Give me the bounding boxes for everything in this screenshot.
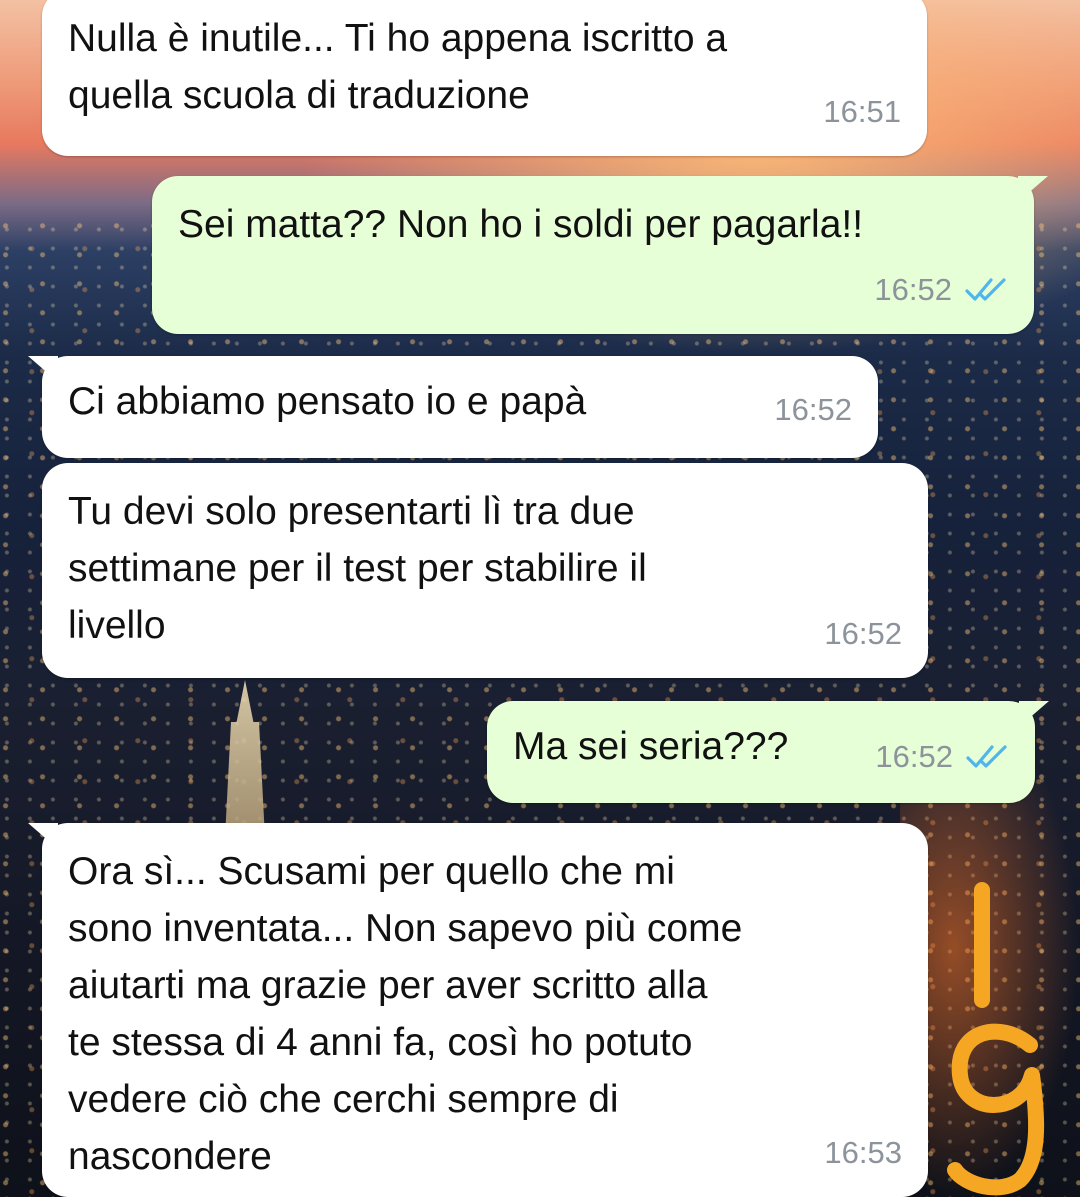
message-text: Sei matta?? Non ho i soldi per pagarla!! (178, 203, 864, 246)
message-meta: 16:53 (824, 1124, 902, 1181)
handwritten-doodle (947, 882, 1045, 1196)
message-text: Nulla è inutile... Ti ho appena iscritto… (68, 17, 728, 117)
message-text: Ci abbiamo pensato io e papà (68, 380, 587, 423)
message-meta: 16:52 (874, 261, 1008, 318)
message-bubble-outgoing[interactable]: Ma sei seria??? 16:52 (487, 701, 1049, 803)
message-bubble-incoming[interactable]: Ora sì... Scusami per quello che mi sono… (28, 823, 928, 1197)
message-time: 16:52 (874, 272, 952, 307)
message-bubble-incoming[interactable]: Ci abbiamo pensato io e papà 16:52 (28, 356, 878, 458)
message-time: 16:52 (774, 392, 852, 427)
message-text: Ora sì... Scusami per quello che mi sono… (68, 850, 743, 1178)
message-text: Tu devi solo presentarti lì tra due sett… (68, 490, 647, 647)
message-time: 16:52 (824, 616, 902, 651)
message-meta: 16:52 (774, 381, 852, 438)
message-meta: 16:51 (823, 83, 901, 140)
message-bubble-incoming[interactable]: Nulla è inutile... Ti ho appena iscritto… (42, 0, 927, 156)
message-bubble-incoming[interactable]: Tu devi solo presentarti lì tra due sett… (42, 463, 928, 678)
message-time: 16:53 (824, 1135, 902, 1170)
double-check-icon (966, 744, 1007, 768)
message-time: 16:52 (875, 739, 953, 774)
double-check-icon (965, 277, 1006, 301)
message-bubble-outgoing[interactable]: Sei matta?? Non ho i soldi per pagarla!!… (152, 176, 1048, 334)
message-meta: 16:52 (824, 605, 902, 662)
message-meta: 16:52 (875, 728, 1009, 785)
message-time: 16:51 (823, 94, 901, 129)
